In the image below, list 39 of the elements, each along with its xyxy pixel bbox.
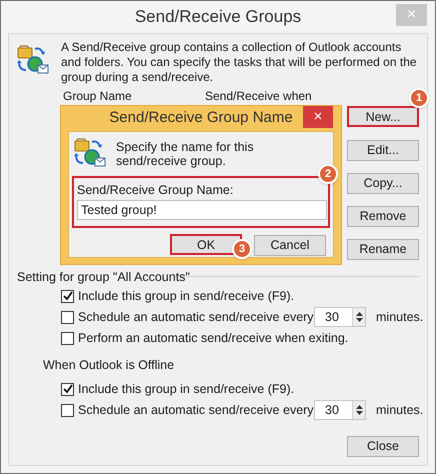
checkbox[interactable] — [61, 332, 74, 344]
dialog-title: Send/Receive Group Name — [109, 108, 293, 128]
spin-arrows-icon[interactable] — [356, 311, 362, 323]
column-header: Group Name — [63, 90, 133, 103]
checkbox-label: Include this group in send/receive (F9). — [78, 380, 294, 398]
section-label: Setting for group "All Accounts" — [17, 269, 190, 286]
checkbox[interactable] — [61, 404, 74, 416]
checkbox[interactable] — [61, 382, 74, 396]
briefcase-globe-icon — [74, 137, 106, 167]
dialog-button[interactable]: Cancel — [254, 234, 326, 256]
spin-arrows-icon[interactable] — [356, 404, 362, 416]
close-button[interactable]: × — [303, 106, 333, 128]
dialog-button[interactable]: Copy... — [347, 172, 419, 194]
step-badge: 1 — [409, 88, 429, 108]
close-button[interactable]: Close — [347, 436, 419, 457]
checkbox-label: Schedule an automatic send/receive every — [78, 402, 314, 419]
checkbox-label: Include this group in send/receive (F9). — [78, 288, 294, 305]
dialog-button[interactable]: New... — [347, 106, 419, 127]
unit-label: minutes. — [376, 308, 424, 326]
unit-label: minutes. — [376, 402, 424, 419]
checkbox-label: Perform an automatic send/receive when exiting. — [78, 330, 348, 347]
window-title: Send/Receive Groups — [134, 6, 302, 28]
field-label: Send/Receive Group Name: — [77, 183, 234, 198]
prompt-text: Specify the name for this send/receive group. — [116, 139, 255, 168]
section-label: When Outlook is Offline — [43, 357, 174, 374]
dialog-button[interactable]: Rename — [347, 238, 419, 260]
input-field[interactable]: Tested group! — [77, 200, 327, 220]
spin-box[interactable]: 30 — [314, 400, 366, 420]
column-header: Send/Receive when — [205, 90, 312, 103]
briefcase-globe-icon — [17, 44, 49, 74]
spin-box[interactable]: 30 — [314, 307, 366, 327]
step-badge: 3 — [232, 239, 252, 259]
checkbox-label: Schedule an automatic send/receive every — [78, 308, 314, 326]
checkbox[interactable] — [61, 310, 74, 324]
dialog-button[interactable]: Remove — [347, 206, 419, 227]
intro-text: A Send/Receive group contains a collection of Outlook accounts and folders. You can specify the tasks that will be performed on the group during a send/receive. — [61, 40, 417, 85]
checkbox[interactable] — [61, 290, 74, 302]
step-badge: 2 — [318, 164, 338, 184]
dialog-button[interactable]: Edit... — [347, 140, 419, 161]
